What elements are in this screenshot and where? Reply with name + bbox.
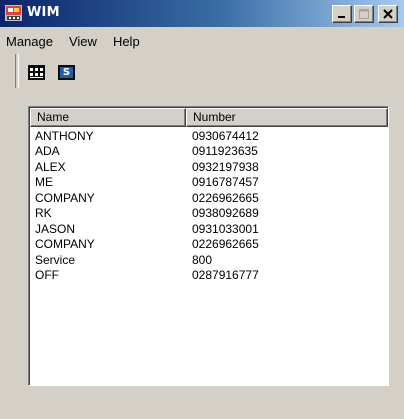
contact-name: COMPANY	[35, 237, 95, 252]
contact-number: 0287916777	[192, 268, 259, 283]
menu-view[interactable]: View	[61, 34, 105, 49]
contact-number: 0226962665	[192, 190, 259, 205]
app-icon[interactable]	[5, 5, 22, 21]
minimize-icon	[338, 16, 345, 18]
toolbar-grip	[15, 54, 19, 88]
s-icon: S	[58, 65, 75, 80]
menu-bar: Manage View Help	[0, 30, 404, 52]
contact-name: RK	[35, 206, 52, 221]
contact-name: OFF	[35, 268, 59, 283]
title-bar[interactable]: WIM	[0, 0, 404, 27]
contact-number: 0931033001	[192, 221, 259, 236]
contact-list[interactable]: Name Number ANTHONY 0930674412 ADA 09119236…	[28, 106, 389, 386]
grid-icon	[28, 65, 45, 80]
list-item[interactable]: OFF 0287916777	[35, 268, 388, 284]
list-rows: ANTHONY 0930674412 ADA 0911923635 ALEX 093219…	[35, 128, 388, 283]
contact-name: ADA	[35, 144, 60, 159]
s-icon-label: S	[62, 66, 71, 78]
contact-number: 0930674412	[192, 128, 259, 143]
list-item[interactable]: ALEX 0932197938	[35, 159, 388, 175]
contact-number: 0938092689	[192, 206, 259, 221]
list-item[interactable]: ME 0916787457	[35, 175, 388, 191]
menu-help[interactable]: Help	[105, 34, 148, 49]
list-header: Name Number	[30, 108, 388, 127]
app-window: WIM Manage View Help S Name Number ANTHO…	[0, 0, 404, 419]
maximize-icon	[359, 9, 369, 19]
list-item[interactable]: Service 800	[35, 252, 388, 268]
list-item[interactable]: ANTHONY 0930674412	[35, 128, 388, 144]
list-item[interactable]: ADA 0911923635	[35, 144, 388, 160]
contact-name: ME	[35, 175, 53, 190]
menu-manage[interactable]: Manage	[0, 34, 61, 49]
contact-name: ANTHONY	[35, 128, 94, 143]
contact-number: 0916787457	[192, 175, 259, 190]
close-icon	[383, 9, 393, 19]
s-button[interactable]: S	[57, 64, 76, 81]
contact-number: 0932197938	[192, 159, 259, 174]
contact-name: ALEX	[35, 159, 66, 174]
minimize-button[interactable]	[332, 5, 352, 23]
list-item[interactable]: COMPANY 0226962665	[35, 190, 388, 206]
list-item[interactable]: COMPANY 0226962665	[35, 237, 388, 253]
contact-name: JASON	[35, 221, 76, 236]
column-header-number[interactable]: Number	[186, 108, 388, 127]
window-title: WIM	[27, 5, 60, 20]
contact-number: 0226962665	[192, 237, 259, 252]
list-item[interactable]: JASON 0931033001	[35, 221, 388, 237]
contact-name: Service	[35, 252, 76, 267]
contact-number: 0911923635	[192, 144, 258, 159]
list-item[interactable]: RK 0938092689	[35, 206, 388, 222]
caption-buttons	[332, 5, 398, 23]
contact-name: COMPANY	[35, 190, 95, 205]
maximize-button[interactable]	[354, 5, 374, 23]
grid-view-button[interactable]	[27, 64, 46, 81]
contact-number: 800	[192, 252, 213, 267]
close-button[interactable]	[378, 5, 398, 23]
column-header-name[interactable]: Name	[30, 108, 186, 127]
